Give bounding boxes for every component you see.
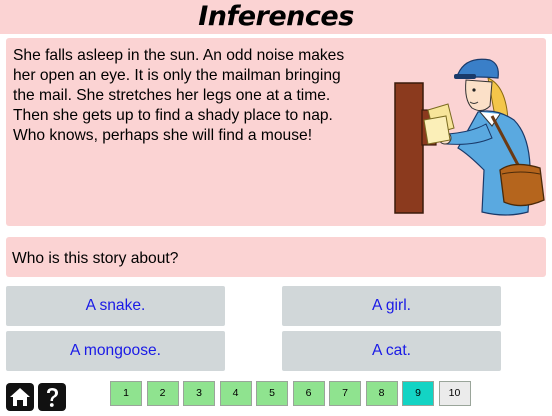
page-button-4[interactable]: 4 bbox=[219, 381, 252, 406]
answer-option-1[interactable]: A snake. bbox=[6, 286, 225, 326]
answer-option-4[interactable]: A cat. bbox=[282, 331, 501, 371]
story-text: She falls asleep in the sun. An odd nois… bbox=[13, 46, 368, 146]
home-button[interactable] bbox=[6, 383, 34, 411]
story-line: Who knows, perhaps she will find a mouse… bbox=[13, 127, 313, 144]
answer-option-3[interactable]: A mongoose. bbox=[6, 331, 225, 371]
question-mark-icon bbox=[47, 388, 58, 407]
page-button-2[interactable]: 2 bbox=[146, 381, 179, 406]
mail-carrier-illustration bbox=[394, 58, 545, 216]
question-text: Who is this story about? bbox=[12, 250, 179, 267]
page-button-7[interactable]: 7 bbox=[329, 381, 361, 406]
answer-option-2[interactable]: A girl. bbox=[282, 286, 501, 326]
home-icon bbox=[10, 388, 30, 406]
page-button-6[interactable]: 6 bbox=[292, 381, 325, 406]
story-line: her open an eye. It is only the mailman … bbox=[13, 67, 341, 84]
story-line: Then she gets up to find a shady place t… bbox=[13, 107, 333, 124]
story-line: She falls asleep in the sun. An odd nois… bbox=[13, 47, 345, 64]
page-button-9[interactable]: 9 bbox=[402, 381, 434, 406]
page-button-10[interactable]: 10 bbox=[438, 381, 471, 406]
page-button-8[interactable]: 8 bbox=[365, 381, 398, 406]
story-panel: She falls asleep in the sun. An odd nois… bbox=[6, 38, 546, 226]
question-panel: Who is this story about? bbox=[6, 237, 546, 277]
page-button-1[interactable]: 1 bbox=[110, 381, 142, 406]
page-button-3[interactable]: 3 bbox=[183, 381, 215, 406]
help-button[interactable] bbox=[38, 383, 66, 411]
page-title: Inferences bbox=[198, 1, 354, 32]
story-line: the mail. She stretches her legs one at … bbox=[13, 87, 331, 104]
page-button-5[interactable]: 5 bbox=[256, 381, 288, 406]
